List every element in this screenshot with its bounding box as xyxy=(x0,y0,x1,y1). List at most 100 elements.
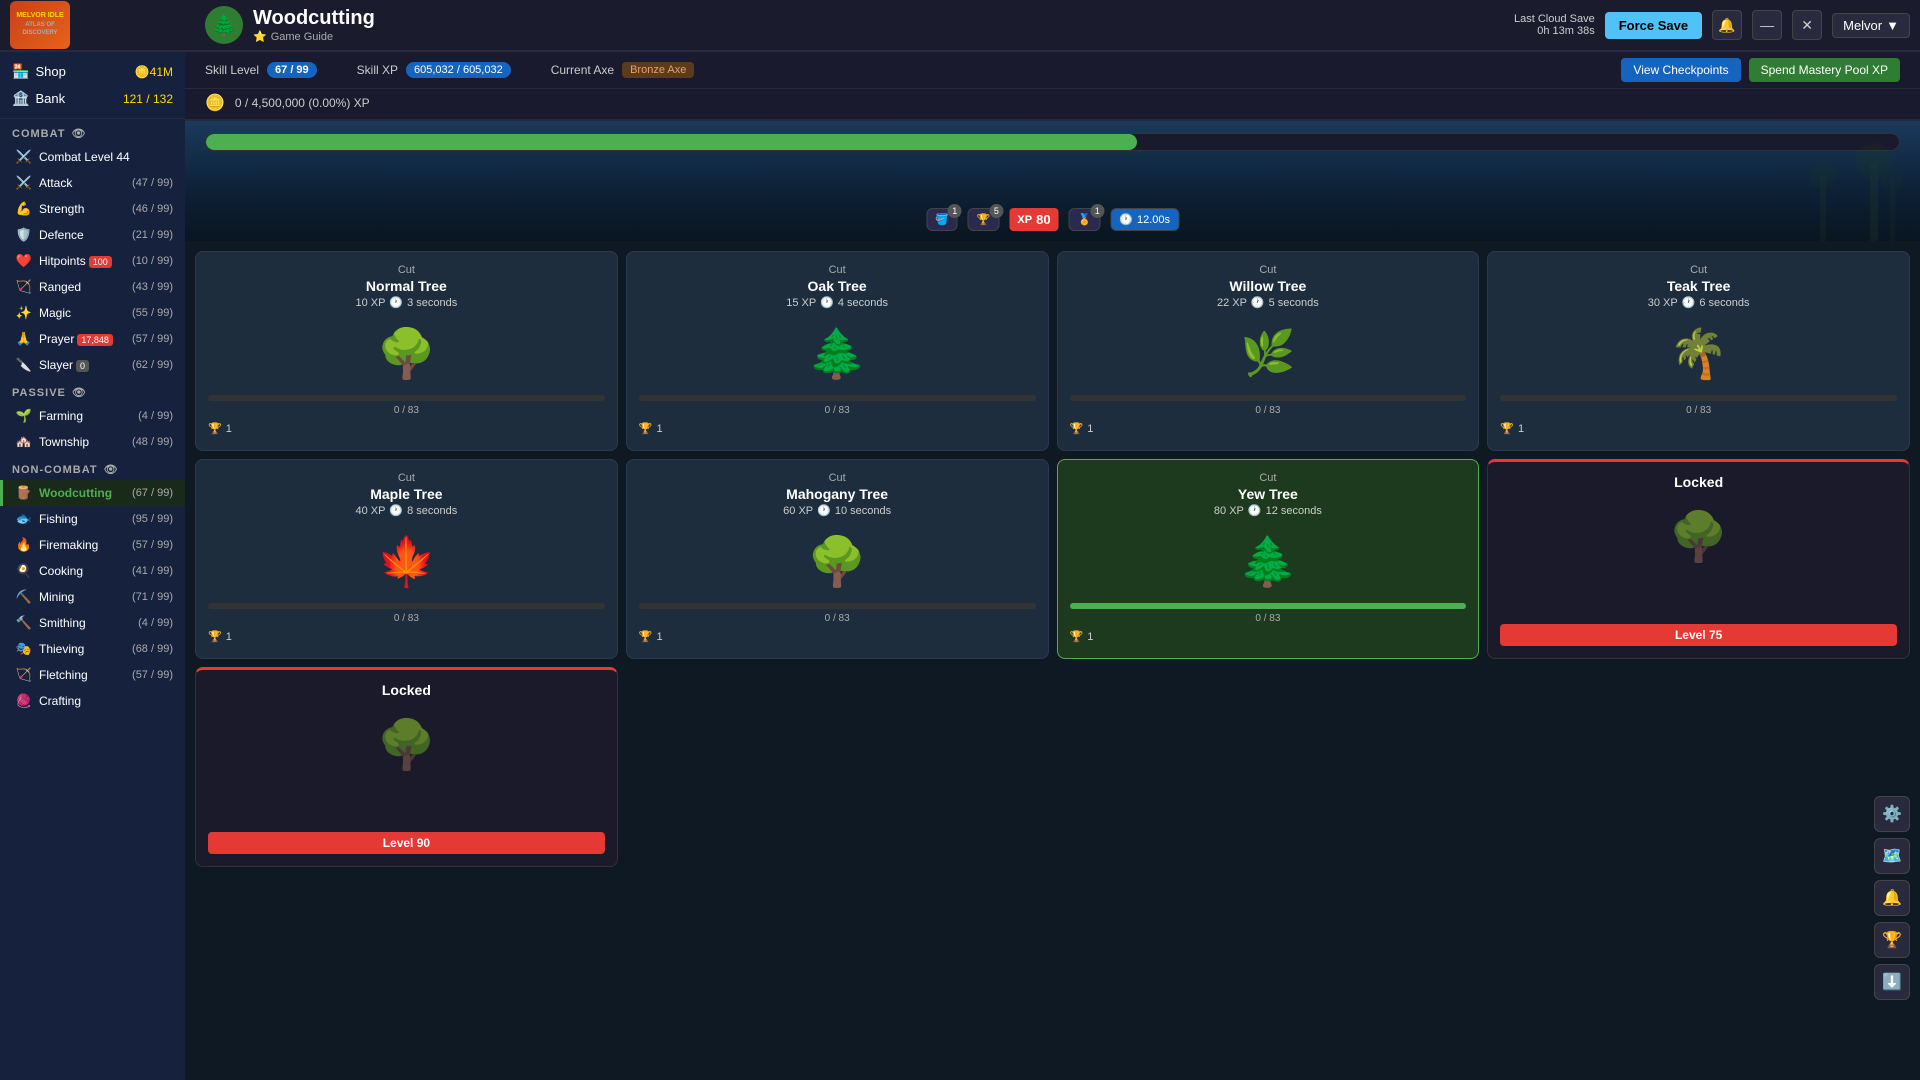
card-name: Normal Tree xyxy=(366,278,447,294)
sidebar-item-farming[interactable]: 🌱 Farming (4 / 99) xyxy=(0,403,185,429)
sidebar-item-fishing[interactable]: 🐟 Fishing (95 / 99) xyxy=(0,506,185,532)
combat-visibility-icon[interactable]: 👁 xyxy=(71,127,86,140)
card-locked-75[interactable]: Locked 🌳 Level 75 xyxy=(1487,459,1910,659)
hitpoints-icon: ❤️ xyxy=(15,253,33,269)
strength-icon: 💪 xyxy=(15,201,33,217)
current-axe-item: Current Axe Bronze Axe xyxy=(551,62,695,78)
bottom-right-icons: ⚙️ 🗺️ 🔔 🏆 ⬇️ xyxy=(1874,796,1910,1000)
card-trophy: 🏆 1 xyxy=(1070,630,1094,643)
card-xp-text: 0 / 83 xyxy=(825,613,850,624)
sidebar-item-crafting[interactable]: 🧶 Crafting xyxy=(0,688,185,714)
fletching-icon: 🏹 xyxy=(15,667,33,683)
sidebar-item-combat-level[interactable]: ⚔️ Combat Level 44 xyxy=(0,144,185,170)
skill-actions: View Checkpoints Spend Mastery Pool XP xyxy=(1621,58,1900,82)
card-action: Cut xyxy=(829,264,846,276)
skill-level-item: Skill Level 67 / 99 xyxy=(205,62,317,78)
sidebar-item-hitpoints[interactable]: ❤️ Hitpoints100 (10 / 99) xyxy=(0,248,185,274)
card-trophy: 🏆 1 xyxy=(208,630,232,643)
passive-section-header: PASSIVE 👁 xyxy=(0,378,185,403)
download-icon-button[interactable]: ⬇️ xyxy=(1874,964,1910,1000)
card-locked-90[interactable]: Locked 🌳 Level 90 xyxy=(195,667,618,867)
current-axe-badge: Bronze Axe xyxy=(622,62,694,78)
bank-label: Bank xyxy=(35,91,123,106)
trophy-icon: 🏆 xyxy=(639,630,653,643)
sidebar-item-smithing[interactable]: 🔨 Smithing (4 / 99) xyxy=(0,610,185,636)
force-save-button[interactable]: Force Save xyxy=(1605,12,1702,39)
skill-xp-badge: 605,032 / 605,032 xyxy=(406,62,511,78)
sidebar-item-woodcutting[interactable]: 🪵 Woodcutting (67 / 99) xyxy=(0,480,185,506)
shop-gold: 🪙41M xyxy=(135,65,173,79)
card-tree-image: 🌳 xyxy=(374,321,438,385)
notifications-button[interactable]: 🔔 xyxy=(1712,10,1742,40)
sidebar-item-magic[interactable]: ✨ Magic (55 / 99) xyxy=(0,300,185,326)
scene-badge-trophy: 🏆 5 xyxy=(968,208,1000,231)
card-xp-bar xyxy=(1070,395,1467,401)
card-trophy: 🏆 1 xyxy=(1070,422,1094,435)
card-action: Cut xyxy=(398,264,415,276)
card-action: Cut xyxy=(1690,264,1707,276)
card-action: Cut xyxy=(398,472,415,484)
spend-mastery-button[interactable]: Spend Mastery Pool XP xyxy=(1749,58,1900,82)
main-layout: 🏪 Shop 🪙41M 🏦 Bank 121 / 132 COMBAT 👁 ⚔️… xyxy=(0,52,1920,1080)
card-name: Oak Tree xyxy=(808,278,867,294)
view-checkpoints-button[interactable]: View Checkpoints xyxy=(1621,58,1740,82)
sidebar-item-thieving[interactable]: 🎭 Thieving (68 / 99) xyxy=(0,636,185,662)
card-xp-bar xyxy=(208,603,605,609)
sidebar-item-attack[interactable]: ⚔️ Attack (47 / 99) xyxy=(0,170,185,196)
card-normal-tree[interactable]: Cut Normal Tree 10 XP 🕐 3 seconds 🌳 0 / … xyxy=(195,251,618,451)
card-mahogany-tree[interactable]: Cut Mahogany Tree 60 XP 🕐 10 seconds 🌳 0… xyxy=(626,459,1049,659)
notification-icon-button[interactable]: 🔔 xyxy=(1874,880,1910,916)
trophy-icon: 🏆 xyxy=(1070,422,1084,435)
sidebar-item-township[interactable]: 🏘️ Township (48 / 99) xyxy=(0,429,185,455)
sidebar: 🏪 Shop 🪙41M 🏦 Bank 121 / 132 COMBAT 👁 ⚔️… xyxy=(0,52,185,1080)
firemaking-icon: 🔥 xyxy=(15,537,33,553)
card-willow-tree[interactable]: Cut Willow Tree 22 XP 🕐 5 seconds 🌿 0 / … xyxy=(1057,251,1480,451)
scene-badges: 🪣 1 🏆 5 XP80 🏅 1 🕐 12.00s xyxy=(926,208,1179,231)
settings-icon-button[interactable]: ⚙️ xyxy=(1874,796,1910,832)
card-yew-tree[interactable]: Cut Yew Tree 80 XP 🕐 12 seconds 🌲 0 / 83… xyxy=(1057,459,1480,659)
minus-button[interactable]: — xyxy=(1752,10,1782,40)
trophy-icon: 🏆 xyxy=(1500,422,1514,435)
sidebar-item-defence[interactable]: 🛡️ Defence (21 / 99) xyxy=(0,222,185,248)
sidebar-item-strength[interactable]: 💪 Strength (46 / 99) xyxy=(0,196,185,222)
sidebar-item-prayer[interactable]: 🙏 Prayer17,848 (57 / 99) xyxy=(0,326,185,352)
cloud-save-label: Last Cloud Save xyxy=(1514,13,1595,25)
woodcutting-icon: 🪵 xyxy=(15,485,33,501)
sidebar-item-firemaking[interactable]: 🔥 Firemaking (57 / 99) xyxy=(0,532,185,558)
skill-title: Woodcutting xyxy=(253,7,375,30)
card-name: Yew Tree xyxy=(1238,486,1298,502)
skill-title-area: Woodcutting ⭐ Game Guide xyxy=(253,7,375,43)
non-combat-visibility-icon[interactable]: 👁 xyxy=(104,463,119,476)
card-teak-tree[interactable]: Cut Teak Tree 30 XP 🕐 6 seconds 🌴 0 / 83… xyxy=(1487,251,1910,451)
card-xp-bar xyxy=(639,395,1036,401)
ranged-icon: 🏹 xyxy=(15,279,33,295)
close-button[interactable]: ✕ xyxy=(1792,10,1822,40)
card-action: Cut xyxy=(829,472,846,484)
skill-info-bar: Skill Level 67 / 99 Skill XP 605,032 / 6… xyxy=(185,52,1920,89)
card-oak-tree[interactable]: Cut Oak Tree 15 XP 🕐 4 seconds 🌲 0 / 83 … xyxy=(626,251,1049,451)
scene-trees-decoration xyxy=(1520,141,1920,241)
sidebar-item-cooking[interactable]: 🍳 Cooking (41 / 99) xyxy=(0,558,185,584)
bank-icon: 🏦 xyxy=(12,90,29,107)
sidebar-item-ranged[interactable]: 🏹 Ranged (43 / 99) xyxy=(0,274,185,300)
scene-badge-xp: XP80 xyxy=(1009,208,1058,231)
sidebar-item-shop[interactable]: 🏪 Shop 🪙41M xyxy=(0,58,185,85)
card-stats: 40 XP 🕐 8 seconds xyxy=(355,504,457,517)
card-stats: 22 XP 🕐 5 seconds xyxy=(1217,296,1319,309)
cooking-icon: 🍳 xyxy=(15,563,33,579)
non-combat-section-header: NON-COMBAT 👁 xyxy=(0,455,185,480)
sidebar-item-fletching[interactable]: 🏹 Fletching (57 / 99) xyxy=(0,662,185,688)
map-icon-button[interactable]: 🗺️ xyxy=(1874,838,1910,874)
card-stats: 80 XP 🕐 12 seconds xyxy=(1214,504,1322,517)
trophy-icon-button[interactable]: 🏆 xyxy=(1874,922,1910,958)
passive-visibility-icon[interactable]: 👁 xyxy=(72,386,87,399)
sidebar-item-mining[interactable]: ⛏️ Mining (71 / 99) xyxy=(0,584,185,610)
scene-badge-bucket: 🪣 1 xyxy=(926,208,958,231)
sidebar-item-slayer[interactable]: 🔪 Slayer0 (62 / 99) xyxy=(0,352,185,378)
user-menu-button[interactable]: Melvor ▼ xyxy=(1832,13,1910,38)
xp-coin-icon: 🪙 xyxy=(205,93,225,113)
card-tree-image: 🌿 xyxy=(1236,321,1300,385)
sidebar-item-bank[interactable]: 🏦 Bank 121 / 132 xyxy=(0,85,185,112)
card-maple-tree[interactable]: Cut Maple Tree 40 XP 🕐 8 seconds 🍁 0 / 8… xyxy=(195,459,618,659)
card-xp-bar xyxy=(639,603,1036,609)
